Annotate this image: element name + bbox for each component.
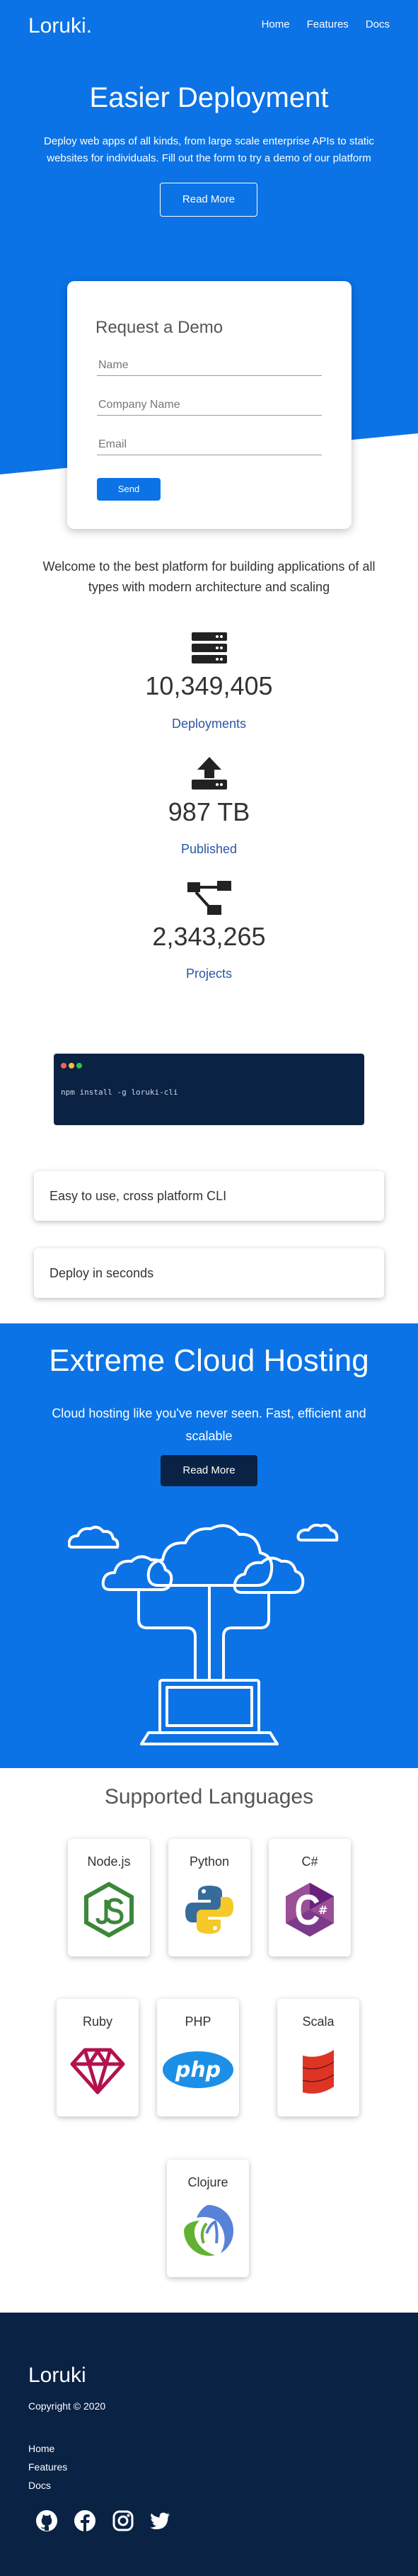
python-icon <box>185 1886 233 1934</box>
server-icon <box>192 632 227 663</box>
upload-icon <box>192 757 227 790</box>
nodejs-icon <box>84 1881 134 1938</box>
scala-icon <box>303 2050 334 2094</box>
language-card-nodejs: Node.js <box>68 1839 150 1956</box>
languages-title: Supported Languages <box>104 1785 314 1808</box>
csharp-icon: # <box>286 1883 334 1937</box>
terminal-close-dot <box>61 1063 66 1068</box>
footer-copyright: Copyright © 2020 <box>28 2400 106 2412</box>
footer-link-home[interactable]: Home <box>28 2443 54 2454</box>
terminal-maximize-dot <box>76 1063 82 1068</box>
php-logo-text: php <box>175 2058 221 2082</box>
github-icon[interactable] <box>35 2509 58 2532</box>
language-card-csharp: C# # <box>269 1839 351 1956</box>
language-card-ruby: Ruby <box>57 1999 139 2116</box>
language-card-clojure: Clojure <box>167 2160 249 2277</box>
language-card-scala: Scala <box>277 1999 359 2116</box>
brand-logo[interactable]: Loruki. <box>28 14 92 38</box>
stat-value-published: 987 TB <box>168 797 250 826</box>
cloud-title: Extreme Cloud Hosting <box>49 1343 369 1378</box>
cloud-hosting-section: Extreme Cloud Hosting Cloud hosting like… <box>0 1323 418 1768</box>
language-card-php: PHP php <box>157 1999 239 2116</box>
name-field[interactable]: Name <box>97 359 322 376</box>
language-name: C# <box>301 1854 318 1869</box>
instagram-icon[interactable] <box>112 2509 134 2532</box>
cli-command: npm install -g loruki-cli <box>61 1088 178 1097</box>
email-field[interactable]: Email <box>97 438 322 455</box>
language-name: Python <box>189 1854 230 1869</box>
language-name: PHP <box>185 2014 211 2029</box>
project-diagram-icon <box>187 881 231 915</box>
cli-terminal: npm install -g loruki-cli <box>54 1054 364 1125</box>
cloud-read-more-button[interactable]: Read More <box>161 1455 257 1486</box>
cloud-laptop-illustration <box>68 1523 339 1745</box>
nav-links: Home Features Docs <box>262 18 390 30</box>
twitter-icon[interactable] <box>149 2509 171 2532</box>
language-name: Ruby <box>82 2014 113 2029</box>
svg-text:#: # <box>318 1903 327 1917</box>
feature-card-deploy: Deploy in seconds <box>34 1248 384 1298</box>
facebook-icon[interactable] <box>74 2509 96 2532</box>
language-card-python: Python <box>168 1839 250 1956</box>
stat-value-deployments: 10,349,405 <box>145 671 273 700</box>
language-name: Clojure <box>187 2175 228 2189</box>
ruby-icon <box>70 2048 125 2095</box>
stat-label-projects: Projects <box>185 967 233 981</box>
nav-link-features[interactable]: Features <box>307 18 349 30</box>
footer: Loruki Copyright © 2020 Home Features Do… <box>0 2313 418 2576</box>
feature-card-cli: Easy to use, cross platform CLI <box>34 1171 384 1221</box>
language-name: Scala <box>302 2014 335 2029</box>
navbar: Loruki. Home Features Docs <box>0 0 418 50</box>
cloud-subtitle: Cloud hosting like you've never seen. Fa… <box>52 1406 366 1443</box>
php-icon: php <box>163 2051 233 2088</box>
stat-label-published: Published <box>180 842 238 856</box>
footer-link-docs[interactable]: Docs <box>28 2480 51 2491</box>
hero-title: Easier Deployment <box>89 82 329 113</box>
language-name: Node.js <box>87 1854 131 1869</box>
terminal-minimize-dot <box>69 1063 74 1068</box>
footer-brand: Loruki <box>28 2364 86 2387</box>
hero-read-more-button[interactable]: Read More <box>160 183 257 217</box>
request-demo-title: Request a Demo <box>95 318 223 337</box>
hero-subtitle: Deploy web apps of all kinds, from large… <box>44 135 374 164</box>
request-demo-card: Request a Demo Name Company Name Email S… <box>67 281 352 529</box>
stat-value-projects: 2,343,265 <box>152 922 266 951</box>
footer-link-features[interactable]: Features <box>28 2461 67 2473</box>
nav-link-docs[interactable]: Docs <box>366 18 390 30</box>
company-name-field[interactable]: Company Name <box>97 399 322 416</box>
welcome-text: Welcome to the best platform for buildin… <box>42 559 376 594</box>
clojure-icon <box>182 2205 234 2256</box>
stat-label-deployments: Deployments <box>171 717 247 731</box>
send-button[interactable]: Send <box>97 478 161 501</box>
nav-link-home[interactable]: Home <box>262 18 290 30</box>
